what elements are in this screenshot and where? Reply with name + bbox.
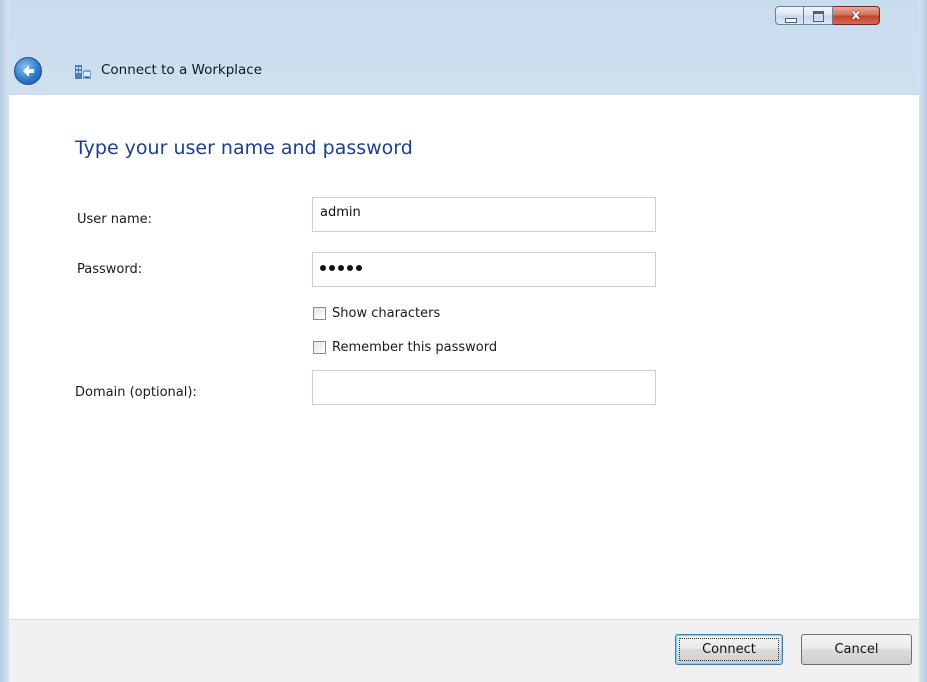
password-mask-dot	[329, 265, 335, 271]
password-mask-dot	[338, 265, 344, 271]
password-label: Password:	[77, 262, 143, 277]
password-mask-dot	[320, 265, 326, 271]
minimize-button[interactable]	[775, 6, 804, 25]
remember-password-label[interactable]: Remember this password	[332, 340, 497, 355]
password-mask	[320, 265, 362, 271]
username-field[interactable]: admin	[312, 197, 656, 232]
password-field[interactable]	[312, 252, 656, 287]
show-characters-checkbox[interactable]	[313, 307, 326, 320]
password-mask-dot	[347, 265, 353, 271]
remember-password-checkbox[interactable]	[313, 341, 326, 354]
remember-password-row[interactable]: Remember this password	[313, 340, 497, 355]
show-characters-row[interactable]: Show characters	[313, 306, 440, 321]
password-mask-dot	[356, 265, 362, 271]
domain-label: Domain (optional):	[75, 385, 197, 400]
workplace-network-icon	[75, 65, 91, 79]
username-label: User name:	[77, 212, 153, 227]
cancel-button-label: Cancel	[834, 642, 879, 657]
content-pane: Type your user name and password User na…	[9, 94, 919, 619]
window-frame-right	[919, 0, 927, 682]
back-button[interactable]	[14, 57, 42, 85]
close-icon: x	[851, 8, 861, 23]
connect-button[interactable]: Connect	[675, 634, 783, 665]
domain-field[interactable]	[312, 370, 656, 405]
focus-rectangle	[679, 638, 779, 661]
window-frame-left	[0, 0, 9, 682]
page-heading: Type your user name and password	[75, 137, 413, 159]
maximize-icon	[813, 11, 824, 22]
button-bar: Connect Cancel	[9, 619, 919, 682]
maximize-button[interactable]	[804, 6, 833, 25]
show-characters-label[interactable]: Show characters	[332, 306, 440, 321]
username-value: admin	[320, 205, 361, 220]
close-button[interactable]: x	[833, 6, 880, 25]
minimize-icon	[785, 18, 797, 23]
window-title: Connect to a Workplace	[101, 62, 263, 78]
back-arrow-icon	[23, 65, 34, 77]
caption-buttons: x	[775, 6, 880, 26]
cancel-button[interactable]: Cancel	[801, 634, 912, 665]
window: x Connect to a Workplace Type your user …	[0, 0, 927, 682]
